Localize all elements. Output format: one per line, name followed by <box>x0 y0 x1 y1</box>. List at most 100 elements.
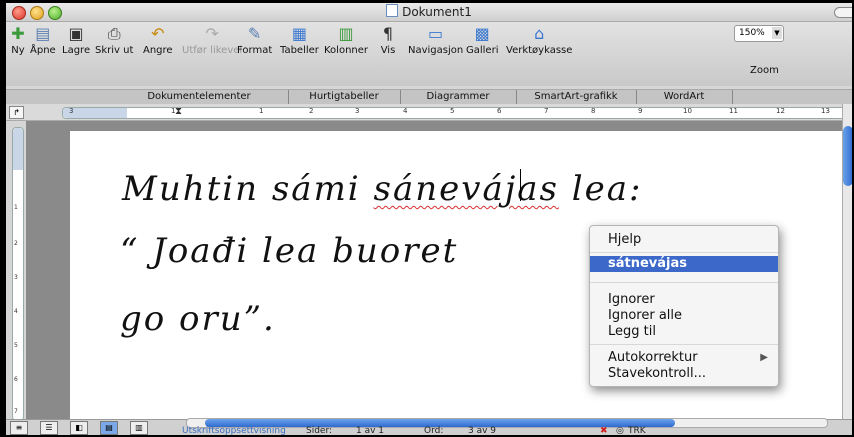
toolbar-gallery-label: Galleri <box>466 45 499 56</box>
text-line-1-start: Muhtin sámi <box>122 169 374 209</box>
printer-icon: ⎙ <box>107 24 121 43</box>
vruler-tick: 3 <box>14 274 18 281</box>
toolbar-toolbox-button[interactable]: ⌂ Verktøykasse <box>506 24 573 57</box>
toolbar-save-label: Lagre <box>62 45 91 56</box>
menu-item-spelling[interactable]: Stavekontroll... <box>590 366 778 382</box>
table-grid-icon: ▦ <box>291 24 308 43</box>
toolbar-print-button[interactable]: ⎙ Skriv ut <box>95 24 134 57</box>
tab-smartart[interactable]: SmartArt-grafikk <box>516 90 637 104</box>
ruler-tick: 3 <box>355 107 360 115</box>
screen-frame: Dokument1 ✚ Ny ▤ Åpne ▣ Lagre ⎙ Skriv ut ↶ An… <box>0 0 854 437</box>
track-changes-icon: ◎ <box>616 426 624 435</box>
pilcrow-icon: ¶ <box>382 24 394 43</box>
text-line-1[interactable]: Muhtin sámi sánevájas lea: <box>122 169 643 209</box>
ruler-tick: 9 <box>638 107 643 115</box>
submenu-arrow-icon: ▶ <box>760 352 768 363</box>
horizontal-ruler[interactable]: ⧗ 3 1 1 2 3 4 5 6 7 8 9 10 11 12 13 <box>62 106 852 119</box>
view-publishing-button[interactable]: ◧ <box>70 421 88 435</box>
document-icon <box>386 4 399 17</box>
vertical-scrollbar[interactable] <box>842 104 852 419</box>
toolbar-redo-button[interactable]: ↷ Utfør likevel <box>182 24 243 57</box>
ruler-tick: 3 <box>69 107 74 115</box>
window-title-text: Dokument1 <box>402 5 472 19</box>
vruler-tick: 4 <box>14 308 18 315</box>
tab-document-elements[interactable]: Dokumentelementer <box>110 90 289 104</box>
toolbar-new-button[interactable]: ✚ Ny <box>8 25 28 57</box>
zoom-select[interactable]: 150% ▼ <box>734 25 784 42</box>
toolbar-tables-button[interactable]: ▦ Tabeller <box>280 24 319 57</box>
toolbar-toggle-button[interactable] <box>834 7 852 18</box>
toolbar-open-label: Åpne <box>30 45 56 56</box>
toolbox-icon: ⌂ <box>534 24 545 43</box>
toolbar-navigation-label: Navigasjon <box>408 45 464 56</box>
track-changes-label[interactable]: TRK <box>628 426 646 435</box>
tab-wordart[interactable]: WordArt <box>636 90 733 104</box>
menu-item-autocorrect[interactable]: Autokorrektur ▶ <box>590 350 778 366</box>
status-bar: ≡ ☰ ◧ ▤ ▥ Utskriftsoppsettvisning Sider:… <box>6 418 852 435</box>
toolbar-undo-button[interactable]: ↶ Angre <box>143 24 173 57</box>
chevron-down-icon: ▼ <box>772 27 782 39</box>
toolbar-columns-button[interactable]: ▥ Kolonner <box>324 24 368 57</box>
undo-icon: ↶ <box>151 24 165 43</box>
toolbar-toolbox-label: Verktøykasse <box>506 45 573 56</box>
vruler-tick: 6 <box>14 376 18 383</box>
tab-charts[interactable]: Diagrammer <box>400 90 517 104</box>
redo-icon: ↷ <box>205 24 219 43</box>
menu-item-ignore-all[interactable]: Ignorer alle <box>590 308 778 324</box>
menu-separator <box>590 282 778 283</box>
ruler-tick: 10 <box>683 107 692 115</box>
toolbar-format-label: Format <box>237 45 273 56</box>
menu-separator <box>590 252 778 253</box>
ruler-tick: 2 <box>309 107 314 115</box>
menu-separator <box>590 344 778 345</box>
toolbar-format-button[interactable]: ✎ Format <box>237 25 273 57</box>
toolbar-redo-label: Utfør likevel <box>182 45 243 56</box>
vertical-ruler[interactable]: 1 2 3 4 5 6 7 <box>12 127 24 421</box>
navigation-pane-icon: ▭ <box>428 24 444 43</box>
menu-item-autocorrect-label: Autokorrektur <box>608 350 698 365</box>
ruler-tick: 1 <box>171 107 176 115</box>
ruler-tick: 7 <box>544 107 549 115</box>
menu-item-suggestion[interactable]: sátnevájas <box>590 256 778 272</box>
view-name-label: Utskriftsoppsettvisning <box>182 426 286 435</box>
misspelled-word[interactable]: sánevájas <box>374 169 559 209</box>
vruler-tick: 7 <box>14 408 18 415</box>
ruler-tick: 8 <box>591 107 596 115</box>
columns-icon: ▥ <box>338 24 354 43</box>
toolbar-save-button[interactable]: ▣ Lagre <box>62 24 91 57</box>
view-outline-button[interactable]: ☰ <box>40 421 58 435</box>
spelling-context-menu: Hjelp sátnevájas Ignorer Ignorer alle Le… <box>589 225 779 387</box>
text-line-3[interactable]: go oru”. <box>120 299 276 339</box>
vruler-tick: 2 <box>14 240 18 247</box>
menu-item-ignore[interactable]: Ignorer <box>590 292 778 308</box>
pages-value: 1 av 1 <box>356 426 385 435</box>
view-notebook-button[interactable]: ▥ <box>130 421 148 435</box>
word-window: Dokument1 ✚ Ny ▤ Åpne ▣ Lagre ⎙ Skriv ut ↶ An… <box>6 3 852 435</box>
view-print-layout-button[interactable]: ▤ <box>100 421 118 435</box>
elements-tab-bar: Dokumentelementer Hurtigtabeller Diagram… <box>6 89 852 105</box>
toolbar-print-label: Skriv ut <box>95 45 134 56</box>
vertical-scroll-thumb[interactable] <box>843 126 852 186</box>
spelling-error-icon[interactable]: ✖ <box>600 426 608 435</box>
text-line-1-end: lea: <box>558 169 643 209</box>
ruler-tick: 6 <box>497 107 502 115</box>
ruler-tick: 4 <box>403 107 408 115</box>
tab-quick-tables[interactable]: Hurtigtabeller <box>288 90 401 104</box>
save-disk-icon: ▣ <box>68 24 84 43</box>
toolbar-zoom-label: Zoom <box>750 65 779 76</box>
menu-item-help[interactable]: Hjelp <box>590 232 778 248</box>
tab-stop-selector[interactable]: ↱ <box>9 106 24 119</box>
toolbar-view-button[interactable]: ¶ Vis <box>378 24 398 57</box>
menu-item-add[interactable]: Legg til <box>590 324 778 340</box>
gallery-icon: ▩ <box>474 24 490 43</box>
toolbar-open-button[interactable]: ▤ Åpne <box>30 25 56 57</box>
toolbar-gallery-button[interactable]: ▩ Galleri <box>466 24 499 57</box>
toolbar-undo-label: Angre <box>143 45 173 56</box>
indent-marker-icon[interactable]: ⧗ <box>175 106 182 117</box>
view-draft-button[interactable]: ≡ <box>10 421 28 435</box>
toolbar-navigation-button[interactable]: ▭ Navigasjon <box>408 24 464 57</box>
toolbar-tables-label: Tabeller <box>280 45 319 56</box>
text-line-2[interactable]: “ Joađi lea buoret <box>120 231 458 271</box>
ruler-tick: 1 <box>259 107 264 115</box>
standard-toolbar: ✚ Ny ▤ Åpne ▣ Lagre ⎙ Skriv ut ↶ Angre ↷ Utfør… <box>6 22 852 86</box>
